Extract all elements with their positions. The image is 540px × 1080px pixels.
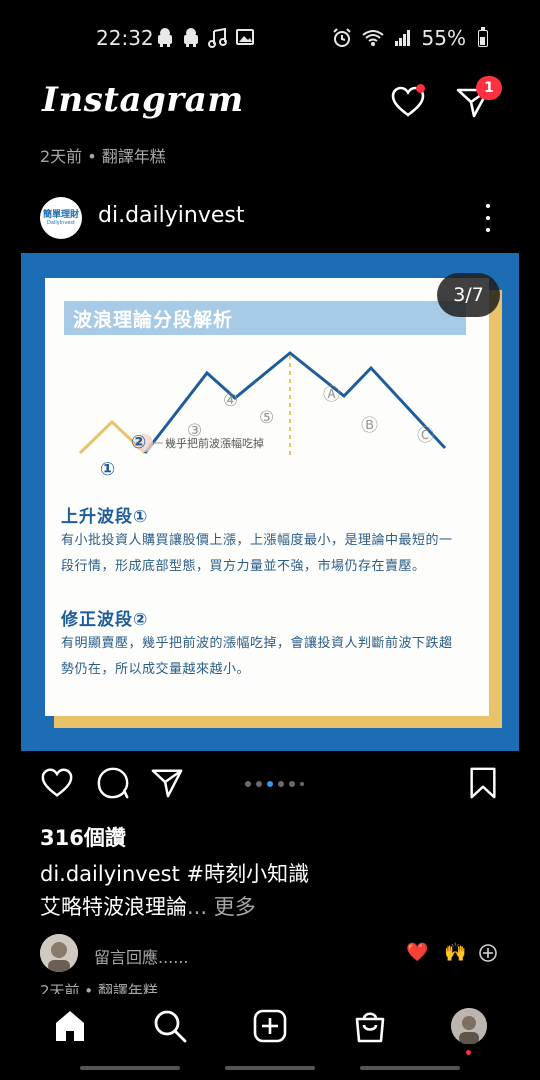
wave-label-1: ① [100, 459, 115, 478]
caption-hashtag[interactable]: #時刻小知識 [180, 862, 309, 886]
caption-line: di.dailyinvest #時刻小知識 [40, 858, 309, 888]
create-icon[interactable] [252, 1008, 288, 1044]
top-bar: Instagram 1 [0, 76, 540, 136]
section2-line1: 有明顯賣壓，幾乎把前波的漲幅吃掉，會讓投資人判斷前波下跌趨 [61, 636, 453, 651]
battery-icon [478, 27, 488, 47]
status-left-icons [156, 28, 254, 48]
section1-body: 有小批投資人購買讓股價上漲，上漲幅度最小，是理論中最短的一 段行情，形成底部型態… [61, 528, 471, 580]
carousel-dot [245, 781, 251, 787]
caption-username[interactable]: di.dailyinvest [40, 862, 180, 886]
share-icon[interactable] [150, 766, 184, 800]
wave-label-2: ② [131, 432, 146, 453]
wave-label-4: ④ [223, 391, 238, 411]
avatar[interactable]: 簡單理財 DailyInvest [40, 197, 82, 239]
bottom-nav [0, 1000, 540, 1060]
section2-heading: 修正波段② [61, 610, 149, 630]
profile-avatar[interactable] [451, 1008, 487, 1044]
post-username[interactable]: di.dailyinvest [98, 203, 244, 228]
carousel-dot [278, 781, 284, 787]
alarm-icon [332, 28, 351, 47]
section1-line1: 有小批投資人購買讓股價上漲，上漲幅度最小，是理論中最短的一 [61, 533, 453, 548]
section2-body: 有明顯賣壓，幾乎把前波的漲幅吃掉，會讓投資人判斷前波下跌趨 勢仍在，所以成交量越… [61, 631, 471, 683]
gesture-bar [225, 1066, 315, 1070]
wave-diagram: 幾乎把前波漲幅吃掉 ① ② ③ ④ ⑤ Ⓐ Ⓑ Ⓒ [78, 351, 447, 478]
avatar-brand-text: 簡單理財 [42, 210, 79, 220]
instagram-logo[interactable]: Instagram [42, 80, 244, 120]
android-icon [158, 28, 172, 47]
carousel-dot [256, 781, 262, 787]
more-options-icon[interactable] [480, 204, 496, 232]
wave-label-5: ⑤ [259, 408, 274, 428]
comment-row: 留言回應...... ❤️ 🙌 [0, 932, 540, 976]
post-header: 簡單理財 DailyInvest di.dailyinvest [0, 192, 540, 244]
section2-line2: 勢仍在，所以成交量越來越小。 [61, 662, 251, 677]
status-time: 22:32 [96, 26, 154, 50]
profile-notification-dot [466, 1050, 471, 1055]
wave-label-a: Ⓐ [323, 385, 340, 405]
avatar-brand-subtext: DailyInvest [47, 220, 75, 226]
image-icon [236, 29, 254, 45]
raised-hands-emoji-button[interactable]: 🙌 [444, 942, 466, 963]
search-icon[interactable] [152, 1008, 188, 1044]
section1-heading: 上升波段① [61, 507, 149, 527]
post-subtitle: 2天前 • 翻譯年糕 [40, 147, 166, 166]
likes-count[interactable]: 316個讚 [40, 822, 126, 852]
wave-label-3: ③ [187, 421, 202, 441]
post-image[interactable]: 波浪理論分段解析 幾乎把前波漲幅吃掉 ① ② ③ ④ ⑤ Ⓐ Ⓑ Ⓒ 上升波段①… [21, 253, 519, 751]
caption-more-link[interactable]: ... 更多 [187, 895, 256, 919]
carousel-dots [245, 781, 304, 787]
signal-icon [394, 30, 410, 46]
carousel-dot [289, 781, 295, 787]
comment-input[interactable]: 留言回應...... [94, 944, 189, 968]
activity-dot [416, 84, 425, 93]
bookmark-icon[interactable] [466, 766, 500, 800]
user-avatar [40, 934, 78, 972]
gesture-bar [360, 1066, 460, 1070]
shop-icon[interactable] [352, 1008, 388, 1044]
android-icon [184, 28, 198, 47]
wifi-icon [361, 30, 384, 46]
home-icon[interactable] [52, 1008, 88, 1044]
message-badge: 1 [476, 76, 502, 100]
heart-emoji-button[interactable]: ❤️ [406, 942, 428, 963]
carousel-counter: 3/7 [437, 273, 500, 317]
post-timestamp: 2天前 • 翻譯年糕 [40, 982, 158, 994]
wave-label-c: Ⓒ [417, 426, 434, 446]
like-icon[interactable] [40, 766, 74, 800]
caption-text-line: 艾略特波浪理論... 更多 [40, 891, 256, 921]
wave-label-b: Ⓑ [361, 416, 378, 436]
post-actions [0, 762, 540, 806]
chart-annotation: 幾乎把前波漲幅吃掉 [165, 436, 264, 450]
gesture-bar [80, 1066, 180, 1070]
caption-text: 艾略特波浪理論 [40, 895, 187, 919]
section1-line2: 段行情，形成底部型態，買方力量並不強，市場仍存在賣壓。 [61, 559, 426, 574]
carousel-dot [300, 782, 304, 786]
status-bar: 22:32 55% [0, 0, 540, 76]
battery-percent: 55% [421, 26, 466, 50]
status-right-icons: 55% [332, 26, 490, 50]
add-emoji-icon[interactable] [478, 943, 498, 963]
info-card: 波浪理論分段解析 幾乎把前波漲幅吃掉 ① ② ③ ④ ⑤ Ⓐ Ⓑ Ⓒ 上升波段①… [45, 278, 489, 716]
carousel-dot-active [267, 781, 273, 787]
music-note-icon [208, 28, 227, 48]
comment-icon[interactable] [96, 766, 130, 800]
